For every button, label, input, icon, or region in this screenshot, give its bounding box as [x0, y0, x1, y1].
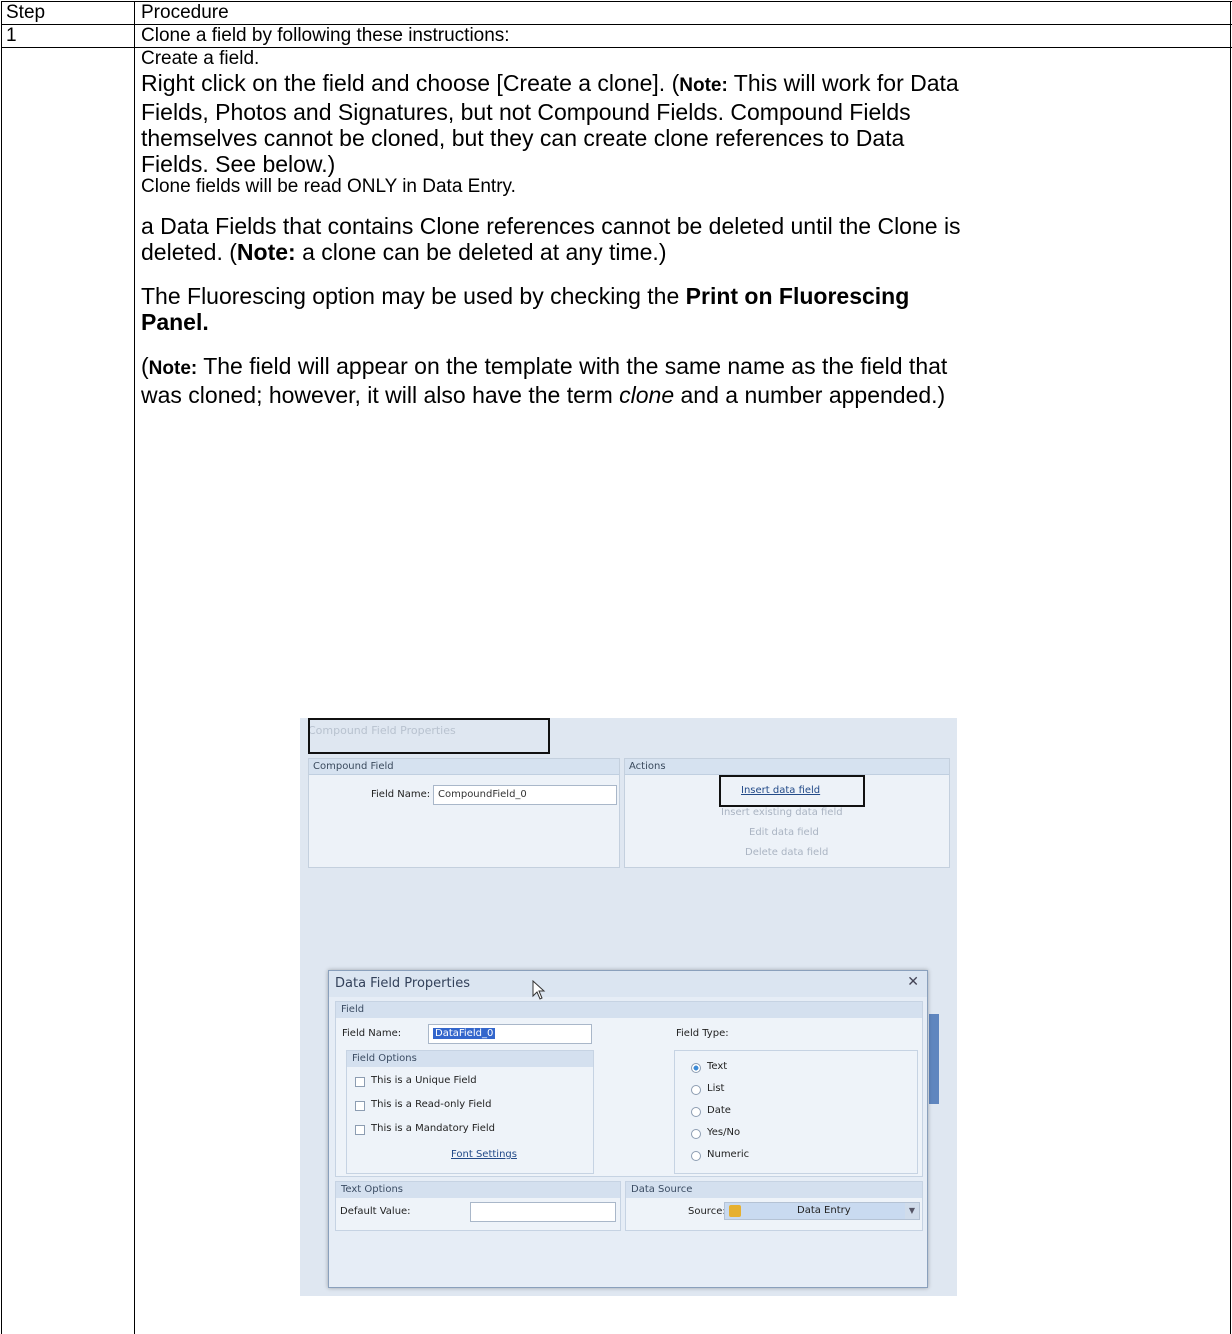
field-options-group: Field Options This is a Unique Field Thi…	[346, 1050, 594, 1174]
proc-para2: a Data Fields that contains Clone refere…	[141, 213, 1226, 265]
para1-line3: themselves cannot be cloned, but they ca…	[141, 125, 905, 151]
type-date-radio[interactable]	[691, 1107, 701, 1117]
para2-line1: a Data Fields that contains Clone refere…	[141, 213, 961, 239]
para1-line4: Fields. See below.)	[141, 151, 336, 177]
chevron-down-icon: ▼	[905, 1203, 919, 1219]
table-border-right	[1230, 1, 1231, 1334]
table-col-divider	[134, 1, 135, 1334]
type-list-radio[interactable]	[691, 1085, 701, 1095]
type-list-label: List	[707, 1083, 725, 1094]
step-number: 1	[6, 25, 17, 46]
field-group: Field Field Name: DataField_0 Field Type…	[335, 1001, 923, 1177]
cursor-icon	[532, 979, 546, 1000]
proc-para1: Right click on the field and choose [Cre…	[141, 70, 1226, 177]
para2-line2: deleted. (Note: a clone can be deleted a…	[141, 239, 667, 265]
para1-line1: Right click on the field and choose [Cre…	[141, 70, 959, 96]
header-procedure: Procedure	[141, 2, 229, 23]
default-value-label: Default Value:	[340, 1206, 411, 1217]
type-numeric-label: Numeric	[707, 1149, 750, 1160]
type-yesno-label: Yes/No	[707, 1127, 741, 1138]
type-text-label: Text	[707, 1061, 728, 1072]
field-type-label: Field Type:	[676, 1028, 729, 1039]
bg-scrollbar[interactable]	[929, 1014, 939, 1104]
unique-label: This is a Unique Field	[371, 1075, 477, 1086]
field-group-header: Field	[336, 1002, 922, 1018]
actions-header: Actions	[625, 759, 949, 775]
para1-line2: Fields, Photos and Signatures, but not C…	[141, 99, 911, 125]
field-name-label: Field Name:	[342, 1028, 402, 1039]
highlight-box-insert	[719, 775, 865, 807]
field-type-group: Text List Date Yes/No Numeric	[674, 1050, 918, 1174]
source-label: Source:	[688, 1206, 726, 1217]
data-field-properties-dialog: Data Field Properties ✕ Field Field Name…	[328, 970, 928, 1288]
actions-pane: Actions Insert data field Insert existin…	[624, 758, 950, 868]
para4-line1: (Note: The field will appear on the temp…	[141, 353, 948, 379]
source-value: Data Entry	[797, 1205, 851, 1216]
proc-para3: The Fluorescing option may be used by ch…	[141, 283, 1226, 335]
header-step: Step	[6, 2, 46, 23]
data-source-group: Data Source Source: Data Entry ▼	[625, 1181, 923, 1231]
mandatory-label: This is a Mandatory Field	[371, 1123, 495, 1134]
compound-field-header: Compound Field	[309, 759, 619, 775]
field-name-selected: DataField_0	[433, 1028, 496, 1039]
field-options-header: Field Options	[347, 1051, 593, 1067]
font-settings-link[interactable]: Font Settings	[451, 1149, 517, 1160]
insert-existing-link[interactable]: Insert existing data field	[721, 807, 843, 818]
compound-field-name-label: Field Name:	[371, 789, 431, 800]
embedded-screenshot: Compound Field Properties Compound Field…	[300, 718, 957, 1296]
unique-checkbox[interactable]	[355, 1077, 365, 1087]
close-icon[interactable]: ✕	[907, 974, 919, 990]
edit-data-field-link[interactable]: Edit data field	[749, 827, 819, 838]
para3-line2: Panel.	[141, 309, 209, 335]
text-options-group: Text Options Default Value:	[335, 1181, 621, 1231]
mandatory-checkbox[interactable]	[355, 1125, 365, 1135]
highlight-box-title	[308, 718, 550, 754]
readonly-checkbox[interactable]	[355, 1101, 365, 1111]
table-border-left	[1, 1, 2, 1334]
delete-data-field-link[interactable]: Delete data field	[745, 847, 828, 858]
text-options-header: Text Options	[336, 1182, 620, 1198]
dialog-title: Data Field Properties	[329, 971, 927, 997]
proc-line1: Clone a field by following these instruc…	[141, 25, 510, 46]
proc-line2: Create a field.	[141, 48, 260, 69]
field-name-input[interactable]: DataField_0	[428, 1024, 592, 1044]
para3-line1: The Fluorescing option may be used by ch…	[141, 283, 910, 309]
source-icon	[729, 1205, 741, 1217]
type-text-radio[interactable]	[691, 1063, 701, 1073]
compound-field-pane: Compound Field Field Name: CompoundField…	[308, 758, 620, 868]
type-numeric-radio[interactable]	[691, 1151, 701, 1161]
proc-read-only-line: Clone fields will be read ONLY in Data E…	[141, 176, 516, 197]
type-yesno-radio[interactable]	[691, 1129, 701, 1139]
data-source-header: Data Source	[626, 1182, 922, 1198]
readonly-label: This is a Read-only Field	[371, 1099, 492, 1110]
proc-para4: (Note: The field will appear on the temp…	[141, 353, 1226, 408]
default-value-input[interactable]	[470, 1202, 616, 1222]
type-date-label: Date	[707, 1105, 731, 1116]
source-dropdown[interactable]: Data Entry ▼	[724, 1202, 920, 1220]
compound-field-name-input[interactable]: CompoundField_0	[433, 785, 617, 805]
para4-line2: was cloned; however, it will also have t…	[141, 382, 946, 408]
